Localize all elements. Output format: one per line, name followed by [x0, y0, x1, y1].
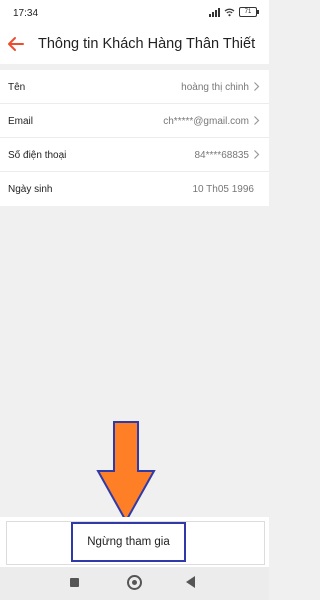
- row-phone[interactable]: Số điện thoại 84****68835: [0, 138, 269, 172]
- stop-participation-button[interactable]: Ngừng tham gia: [71, 522, 186, 562]
- status-icons: 71: [209, 7, 259, 17]
- signal-icon: [209, 7, 220, 17]
- status-bar: 17:34 71: [0, 0, 269, 26]
- back-arrow-icon[interactable]: [6, 34, 26, 54]
- row-email[interactable]: Email ch*****@gmail.com: [0, 104, 269, 138]
- back-icon[interactable]: [186, 576, 195, 588]
- battery-icon: 71: [239, 7, 259, 17]
- row-value: 10 Th05 1996: [192, 184, 254, 195]
- app-bar: Thông tin Khách Hàng Thân Thiết: [0, 26, 269, 64]
- down-arrow-icon: [96, 421, 156, 524]
- home-icon[interactable]: [127, 575, 142, 590]
- chevron-right-icon: [254, 150, 260, 159]
- row-birthday: Ngày sinh 10 Th05 1996: [0, 172, 269, 206]
- row-name[interactable]: Tên hoàng thị chinh: [0, 70, 269, 104]
- row-value: hoàng thị chinh: [181, 82, 249, 93]
- recent-apps-icon[interactable]: [70, 578, 79, 587]
- row-value: ch*****@gmail.com: [163, 116, 249, 127]
- wifi-icon: [224, 8, 235, 16]
- chevron-right-icon: [254, 116, 260, 125]
- row-value: 84****68835: [194, 150, 250, 161]
- row-label: Số điện thoại: [8, 150, 67, 161]
- row-label: Tên: [8, 82, 26, 93]
- system-nav-bar: [0, 567, 269, 600]
- info-list: Tên hoàng thị chinh Email ch*****@gmail.…: [0, 70, 269, 206]
- status-time: 17:34: [13, 8, 39, 19]
- row-label: Ngày sinh: [8, 184, 53, 195]
- chevron-right-icon: [254, 82, 260, 91]
- row-label: Email: [8, 116, 34, 127]
- page-title: Thông tin Khách Hàng Thân Thiết: [38, 36, 256, 52]
